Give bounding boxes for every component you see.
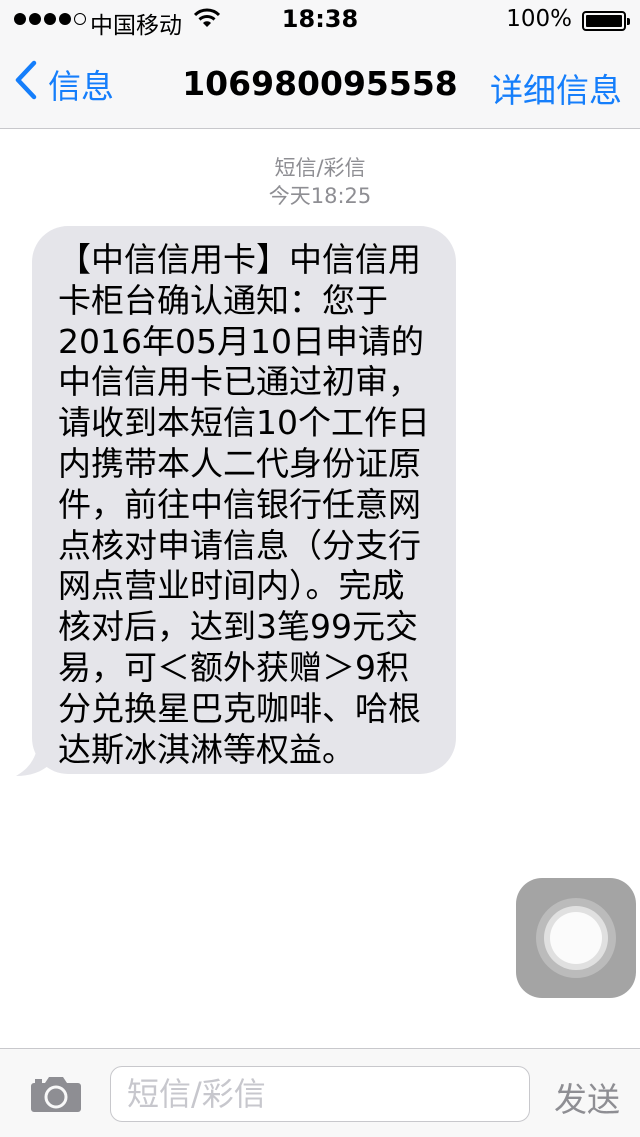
status-bar: 中国移动 18:38 100% (0, 0, 640, 40)
message-line: 分兑换星巴克咖啡、哈根 (58, 688, 421, 728)
message-line: 2016年05月10日申请的 (58, 321, 424, 361)
message-line: 卡柜台确认通知：您于 (58, 280, 388, 320)
message-input[interactable] (110, 1066, 530, 1122)
top-bar: 中国移动 18:38 100% 信息 106980095558 详细信息 (0, 0, 640, 129)
message-line: 网点营业时间内）。完成 (58, 566, 405, 606)
message-line: 中信信用卡已通过初审， (58, 362, 421, 402)
message-line: 易，可＜额外获赠＞9积 (58, 647, 409, 687)
send-button[interactable]: 发送 (554, 1073, 620, 1121)
message-line: 核对后，达到3笔99元交 (58, 607, 418, 647)
message-type-label: 短信/彩信 (274, 156, 366, 180)
message-line: 内携带本人二代身份证原 (58, 443, 421, 483)
bubble-tail (16, 738, 50, 776)
details-button[interactable]: 详细信息 (490, 64, 622, 112)
message-line: 【中信信用卡】中信信用 (58, 240, 421, 279)
battery-icon (582, 11, 630, 31)
message-line: 点核对申请信息（分支行 (58, 525, 421, 565)
message-line: 达斯冰淇淋等权益。 (58, 729, 355, 769)
assistive-touch-icon[interactable] (516, 878, 636, 998)
message-meta: 短信/彩信 今天18:25 (0, 154, 640, 210)
message-timestamp: 今天18:25 (268, 184, 372, 208)
battery-percent: 100% (506, 6, 572, 32)
camera-icon[interactable] (30, 1073, 82, 1117)
navigation-bar: 信息 106980095558 详细信息 (0, 40, 640, 128)
received-message-bubble[interactable]: 【中信信用卡】中信信用 卡柜台确认通知：您于 2016年05月10日申请的 中信… (32, 226, 456, 774)
compose-bar: 发送 (0, 1048, 640, 1137)
message-line: 请收到本短信10个工作日 (58, 403, 430, 443)
message-line: 件，前往中信银行任意网 (58, 484, 421, 524)
